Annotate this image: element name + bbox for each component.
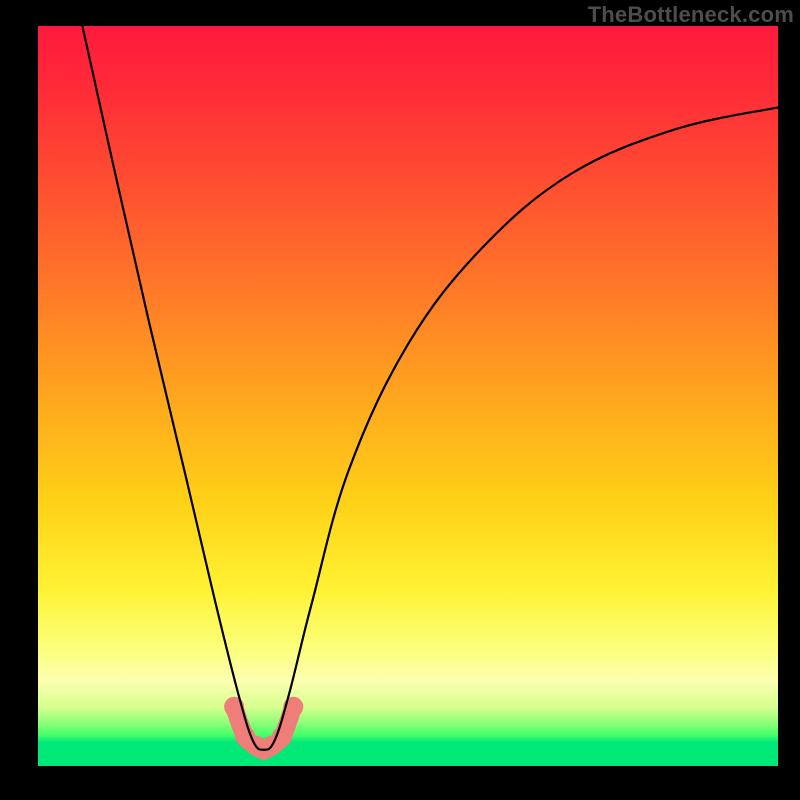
watermark-text: TheBottleneck.com <box>588 2 794 28</box>
chart-frame: TheBottleneck.com <box>0 0 800 800</box>
curve-layer <box>38 26 778 766</box>
plot-area <box>38 26 778 766</box>
bottleneck-curve-line <box>82 26 778 750</box>
